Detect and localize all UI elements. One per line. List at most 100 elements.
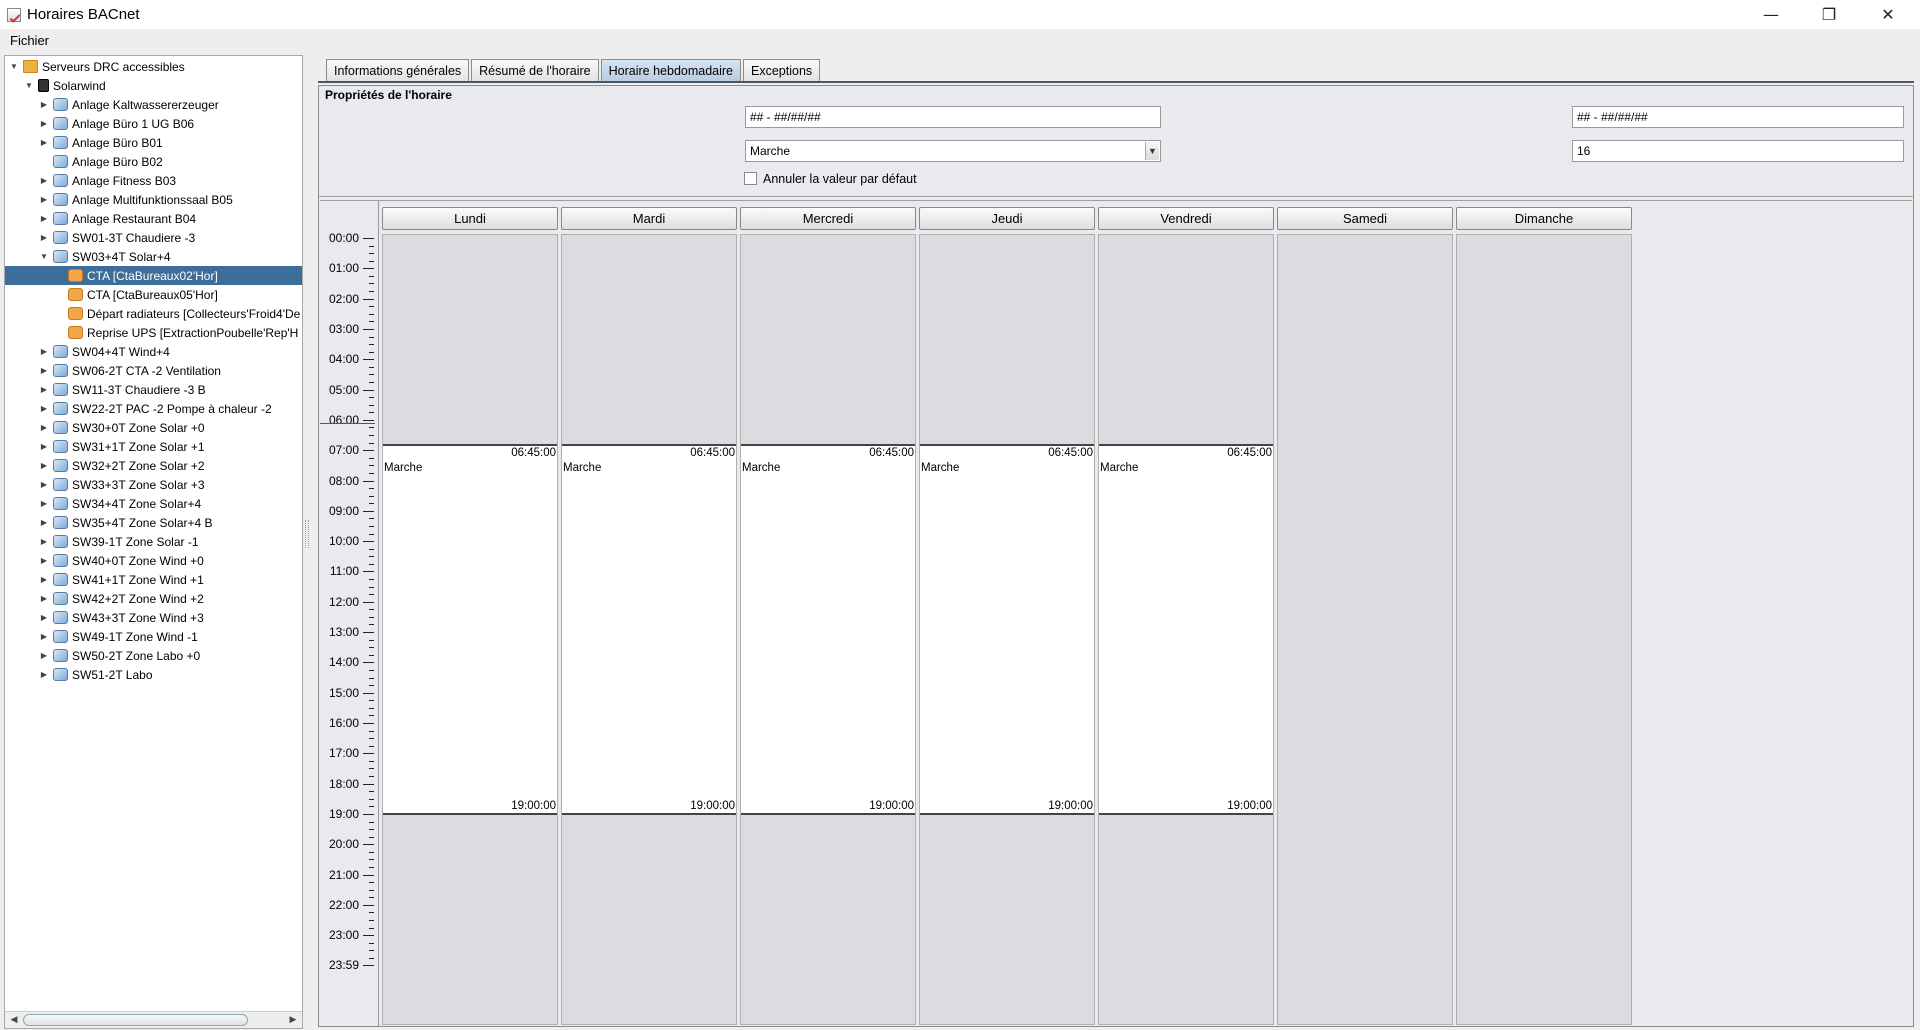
- expand-toggle-icon[interactable]: ▼: [39, 252, 49, 261]
- server-tree[interactable]: ◀ ▶ ▼ Serveurs DRC accessibles ▼ Solarwind ▶…: [4, 55, 303, 1029]
- expand-toggle-icon[interactable]: ▶: [39, 385, 49, 394]
- expand-toggle-icon[interactable]: ▶: [39, 613, 49, 622]
- tree-device[interactable]: ▶ SW43+3T Zone Wind +3: [39, 608, 204, 627]
- expand-toggle-icon[interactable]: ▶: [39, 461, 49, 470]
- tree-device[interactable]: ▶ SW51-2T Labo: [39, 665, 153, 684]
- day-header-0[interactable]: Lundi: [382, 207, 558, 230]
- tab-2[interactable]: Horaire hebdomadaire: [600, 59, 742, 81]
- tab-3[interactable]: Exceptions: [743, 59, 821, 81]
- schedule-slot[interactable]: 06:45:00 Marche 19:00:00: [920, 443, 1094, 815]
- schedule-slot[interactable]: 06:45:00 Marche 19:00:00: [741, 443, 915, 815]
- expand-toggle-icon[interactable]: ▶: [39, 423, 49, 432]
- expand-toggle-icon[interactable]: ▶: [39, 480, 49, 489]
- tree-device[interactable]: ▼ SW03+4T Solar+4: [39, 247, 170, 266]
- tree-device[interactable]: ▶ SW11-3T Chaudiere -3 B: [39, 380, 206, 399]
- tree-device[interactable]: ▶ SW34+4T Zone Solar+4: [39, 494, 201, 513]
- expand-toggle-icon[interactable]: ▶: [39, 233, 49, 242]
- tree-device[interactable]: ▶ SW01-3T Chaudiere -3: [39, 228, 195, 247]
- tree-device[interactable]: ▶ SW32+2T Zone Solar +2: [39, 456, 205, 475]
- end-period-field[interactable]: ## - ##/##/##: [1572, 106, 1904, 128]
- split-pane-divider[interactable]: [305, 520, 309, 548]
- day-column-3[interactable]: 06:45:00 Marche 19:00:00: [919, 234, 1095, 1025]
- expand-toggle-icon[interactable]: ▶: [39, 214, 49, 223]
- expand-toggle-icon[interactable]: ▶: [39, 632, 49, 641]
- expand-toggle-icon[interactable]: ▶: [39, 670, 49, 679]
- tree-horizontal-scrollbar[interactable]: ◀ ▶: [5, 1011, 302, 1028]
- expand-toggle-icon[interactable]: ▶: [39, 119, 49, 128]
- expand-toggle-icon[interactable]: ▶: [39, 651, 49, 660]
- expand-toggle-icon[interactable]: ▶: [39, 195, 49, 204]
- day-column-1[interactable]: 06:45:00 Marche 19:00:00: [561, 234, 737, 1025]
- tree-device[interactable]: ▶ SW49-1T Zone Wind -1: [39, 627, 198, 646]
- tree-device[interactable]: ▶ SW39-1T Zone Solar -1: [39, 532, 199, 551]
- dropdown-arrow-icon[interactable]: ▼: [1145, 142, 1159, 160]
- expand-toggle-icon[interactable]: ▶: [39, 100, 49, 109]
- tree-device[interactable]: ▶ Anlage Fitness B03: [39, 171, 176, 190]
- expand-toggle-icon[interactable]: ▶: [39, 366, 49, 375]
- start-period-field[interactable]: ## - ##/##/##: [745, 106, 1161, 128]
- expand-toggle-icon[interactable]: ▶: [39, 347, 49, 356]
- day-header-2[interactable]: Mercredi: [740, 207, 916, 230]
- expand-toggle-icon[interactable]: ▼: [24, 81, 34, 90]
- expand-toggle-icon[interactable]: ▼: [9, 62, 19, 71]
- tree-device[interactable]: ▶ SW22-2T PAC -2 Pompe à chaleur -2: [39, 399, 272, 418]
- day-header-3[interactable]: Jeudi: [919, 207, 1095, 230]
- schedule-slot[interactable]: 06:45:00 Marche 19:00:00: [383, 443, 557, 815]
- tree-device[interactable]: ▶ SW33+3T Zone Solar +3: [39, 475, 205, 494]
- scroll-left-icon[interactable]: ◀: [7, 1013, 21, 1027]
- scroll-thumb[interactable]: [23, 1014, 248, 1026]
- tree-device[interactable]: ▶ SW41+1T Zone Wind +1: [39, 570, 204, 589]
- minimize-button[interactable]: —: [1748, 0, 1794, 29]
- expand-toggle-icon[interactable]: ▶: [39, 499, 49, 508]
- expand-toggle-icon[interactable]: ▶: [39, 404, 49, 413]
- menu-file[interactable]: Fichier: [0, 33, 59, 48]
- day-column-6[interactable]: [1456, 234, 1632, 1025]
- maximize-button[interactable]: ❐: [1806, 0, 1852, 29]
- tree-device[interactable]: ▶ Anlage Multifunktionssaal B05: [39, 190, 233, 209]
- expand-toggle-icon[interactable]: ▶: [39, 442, 49, 451]
- day-column-5[interactable]: [1277, 234, 1453, 1025]
- tree-root[interactable]: ▼ Serveurs DRC accessibles: [9, 57, 185, 76]
- tree-device[interactable]: ▶ Anlage Kaltwassererzeuger: [39, 95, 219, 114]
- expand-toggle-icon[interactable]: ▶: [39, 537, 49, 546]
- tree-device[interactable]: ▶ Anlage Restaurant B04: [39, 209, 196, 228]
- day-header-6[interactable]: Dimanche: [1456, 207, 1632, 230]
- tab-0[interactable]: Informations générales: [326, 59, 470, 81]
- expand-toggle-icon[interactable]: ▶: [39, 556, 49, 565]
- schedule-slot[interactable]: 06:45:00 Marche 19:00:00: [562, 443, 736, 815]
- tree-device[interactable]: ▶ SW35+4T Zone Solar+4 B: [39, 513, 213, 532]
- tree-device[interactable]: ▶ SW50-2T Zone Labo +0: [39, 646, 200, 665]
- tree-schedule[interactable]: CTA [CtaBureaux02'Hor]: [5, 266, 302, 285]
- tree-device[interactable]: ▶ SW04+4T Wind+4: [39, 342, 170, 361]
- scroll-right-icon[interactable]: ▶: [286, 1013, 300, 1027]
- priority-field[interactable]: 16: [1572, 140, 1904, 162]
- day-column-0[interactable]: 06:45:00 Marche 19:00:00: [382, 234, 558, 1025]
- day-header-1[interactable]: Mardi: [561, 207, 737, 230]
- schedule-slot[interactable]: 06:45:00 Marche 19:00:00: [1099, 443, 1273, 815]
- tree-device[interactable]: ▶ SW31+1T Zone Solar +1: [39, 437, 205, 456]
- tab-1[interactable]: Résumé de l'horaire: [471, 59, 599, 81]
- tree-device[interactable]: ▶ SW40+0T Zone Wind +0: [39, 551, 204, 570]
- close-button[interactable]: ✕: [1865, 0, 1911, 29]
- tree-schedule[interactable]: Départ radiateurs [Collecteurs'Froid4'De: [54, 304, 300, 323]
- tree-device[interactable]: ▶ Anlage Büro B01: [39, 133, 163, 152]
- tree-device[interactable]: ▶ SW06-2T CTA -2 Ventilation: [39, 361, 221, 380]
- tree-device[interactable]: ▶ Anlage Büro 1 UG B06: [39, 114, 194, 133]
- expand-toggle-icon[interactable]: ▶: [39, 518, 49, 527]
- day-header-5[interactable]: Samedi: [1277, 207, 1453, 230]
- tree-schedule[interactable]: CTA [CtaBureaux05'Hor]: [54, 285, 218, 304]
- day-column-2[interactable]: 06:45:00 Marche 19:00:00: [740, 234, 916, 1025]
- tree-device[interactable]: ▶ SW30+0T Zone Solar +0: [39, 418, 205, 437]
- expand-toggle-icon[interactable]: ▶: [39, 594, 49, 603]
- tree-device[interactable]: Anlage Büro B02: [39, 152, 163, 171]
- day-header-4[interactable]: Vendredi: [1098, 207, 1274, 230]
- expand-toggle-icon[interactable]: ▶: [39, 176, 49, 185]
- cancel-default-checkbox[interactable]: [744, 172, 757, 185]
- tree-site[interactable]: ▼ Solarwind: [24, 76, 106, 95]
- tree-schedule[interactable]: Reprise UPS [ExtractionPoubelle'Rep'H: [54, 323, 298, 342]
- expand-toggle-icon[interactable]: ▶: [39, 138, 49, 147]
- day-column-4[interactable]: 06:45:00 Marche 19:00:00: [1098, 234, 1274, 1025]
- expand-toggle-icon[interactable]: ▶: [39, 575, 49, 584]
- default-value-select[interactable]: Marche ▼: [745, 140, 1161, 162]
- tree-device[interactable]: ▶ SW42+2T Zone Wind +2: [39, 589, 204, 608]
